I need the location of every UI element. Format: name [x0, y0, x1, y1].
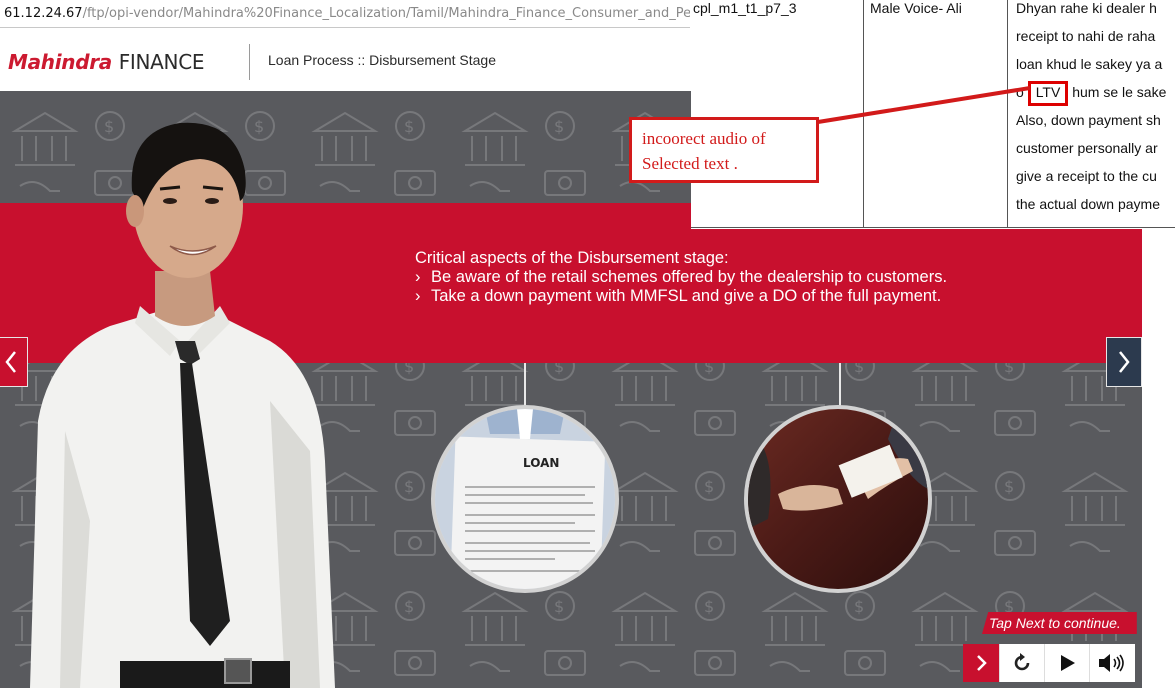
- script-line: the actual down payme: [1016, 196, 1160, 212]
- logo-finance-text: FINANCE: [118, 50, 205, 74]
- presenter-man-image: [30, 122, 335, 688]
- sheet-cell-id: cpl_m1_t1_p7_3: [691, 0, 864, 228]
- script-line: customer personally ar: [1016, 140, 1158, 156]
- handshake-cheque-image: [744, 405, 932, 593]
- speaker-icon: [1099, 654, 1124, 672]
- hanging-string: [839, 363, 841, 407]
- chevron-right-icon: [1119, 351, 1130, 373]
- tap-next-prompt: Tap Next to continue.: [982, 612, 1137, 634]
- sheet-id-text: cpl_m1_t1_p7_3: [693, 0, 797, 16]
- sheet-voice-text: Male Voice- Ali: [870, 0, 962, 16]
- next-button[interactable]: [963, 644, 999, 682]
- loan-label: LOAN: [523, 456, 559, 470]
- logo-mahindra-text: Mahindra: [8, 50, 113, 74]
- annotation-line: Selected text .: [642, 154, 738, 173]
- annotation-line: incoorect audio of: [642, 129, 766, 148]
- ltv-highlight: LTV: [1027, 81, 1069, 106]
- play-icon: [1061, 655, 1075, 671]
- bullet-item: › Take a down payment with MMFSL and give…: [415, 287, 1075, 306]
- bullet-chevron-icon: ›: [415, 268, 421, 286]
- script-line-prefix: o: [1016, 84, 1024, 100]
- hanging-string: [524, 363, 526, 407]
- play-button[interactable]: [1044, 644, 1089, 682]
- critical-aspects-text: Critical aspects of the Disbursement sta…: [415, 249, 1075, 306]
- url-bar[interactable]: 61.12.24.67/ftp/opi-vendor/Mahindra%20Fi…: [0, 0, 690, 28]
- replay-icon: [1014, 653, 1030, 671]
- script-line: Also, down payment sh: [1016, 112, 1161, 128]
- replay-button[interactable]: [999, 644, 1044, 682]
- script-sheet: cpl_m1_t1_p7_3 Male Voice- Ali Dhyan rah…: [691, 0, 1175, 229]
- next-slide-button[interactable]: [1106, 337, 1142, 387]
- mahindra-finance-logo: Mahindra FINANCE: [8, 50, 205, 74]
- header-divider: [249, 44, 250, 80]
- script-line: give a receipt to the cu: [1016, 168, 1157, 184]
- script-line: receipt to nahi de raha: [1016, 28, 1156, 44]
- loan-document-image: LOAN: [431, 405, 619, 593]
- chevron-left-icon: [5, 351, 16, 373]
- bullet-item: › Be aware of the retail schemes offered …: [415, 268, 1075, 287]
- url-path: /ftp/opi-vendor/Mahindra%20Finance_Local…: [82, 6, 690, 21]
- sheet-cell-script: Dhyan rahe ki dealer h receipt to nahi d…: [1008, 0, 1175, 228]
- sheet-cell-voice: Male Voice- Ali: [864, 0, 1008, 228]
- url-host: 61.12.24.67: [4, 6, 83, 21]
- bullet-text: Take a down payment with MMFSL and give …: [431, 287, 942, 305]
- script-line-ltv: o LTV hum se le sake: [1016, 81, 1175, 112]
- script-line: loan khud le sakey ya a: [1016, 56, 1163, 72]
- chevron-right-icon: [977, 655, 987, 671]
- app-header: Mahindra FINANCE Loan Process :: Disburs…: [0, 34, 690, 91]
- review-annotation: incoorect audio of Selected text .: [629, 117, 819, 183]
- player-controls: [963, 644, 1135, 682]
- script-line-suffix: hum se le sake: [1072, 84, 1167, 100]
- critical-aspects-heading: Critical aspects of the Disbursement sta…: [415, 249, 729, 267]
- audio-button[interactable]: [1089, 644, 1134, 682]
- script-line: Dhyan rahe ki dealer h: [1016, 0, 1157, 16]
- bullet-text: Be aware of the retail schemes offered b…: [431, 268, 948, 286]
- page-title: Loan Process :: Disbursement Stage: [268, 52, 497, 68]
- prev-slide-button[interactable]: [0, 337, 28, 387]
- bullet-chevron-icon: ›: [415, 287, 421, 305]
